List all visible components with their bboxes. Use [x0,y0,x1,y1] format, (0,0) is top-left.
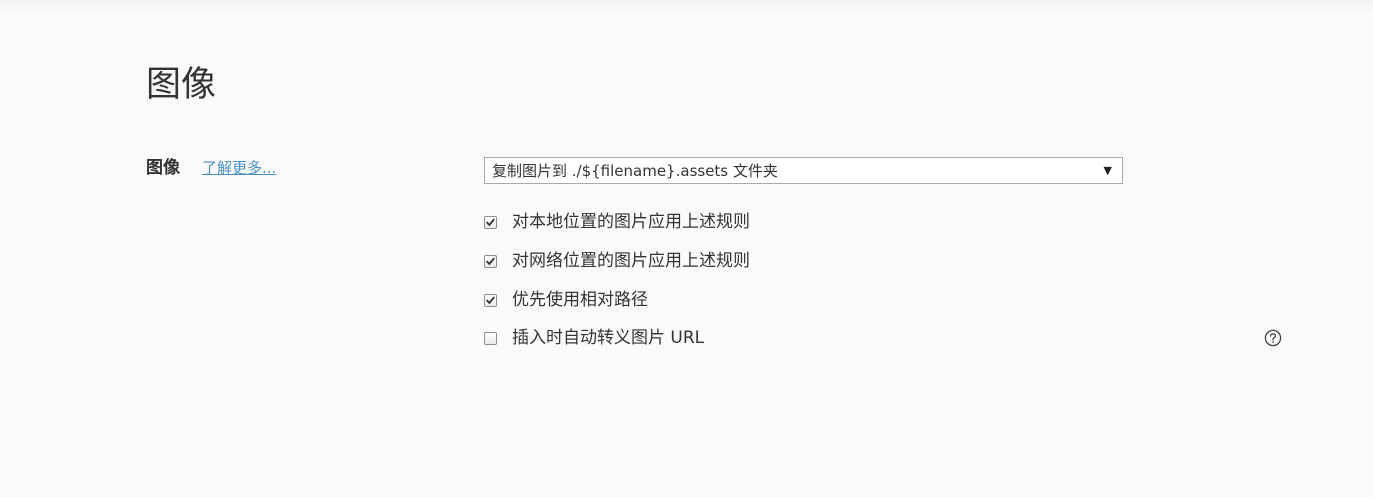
page-title: 图像 [146,65,217,105]
image-setting-label: 图像 [146,158,180,178]
option-label: 对网络位置的图片应用上述规则 [512,251,750,271]
option-label: 插入时自动转义图片 URL [512,328,705,348]
option-label: 对本地位置的图片应用上述规则 [512,212,750,232]
checkbox-checked-icon[interactable] [484,254,497,268]
dropdown-arrow-icon: ▼ [1103,164,1112,177]
option-apply-local-images[interactable]: 对本地位置的图片应用上述规则 [484,210,750,234]
checkbox-checked-icon[interactable] [484,215,497,229]
select-value: 复制图片到 ./${filename}.assets 文件夹 [492,162,778,180]
option-prefer-relative-path[interactable]: 优先使用相对路径 [484,288,648,312]
window-top-shade [0,0,1373,14]
checkbox-unchecked-icon[interactable] [484,331,497,345]
question-circle-icon[interactable] [1264,329,1282,347]
checkbox-checked-icon[interactable] [484,293,497,307]
option-apply-network-images[interactable]: 对网络位置的图片应用上述规则 [484,249,750,273]
option-escape-image-url[interactable]: 插入时自动转义图片 URL [484,326,704,350]
option-label: 优先使用相对路径 [512,290,648,310]
image-insert-action-select[interactable]: 复制图片到 ./${filename}.assets 文件夹 ▼ [484,157,1123,184]
learn-more-link[interactable]: 了解更多... [202,157,276,179]
